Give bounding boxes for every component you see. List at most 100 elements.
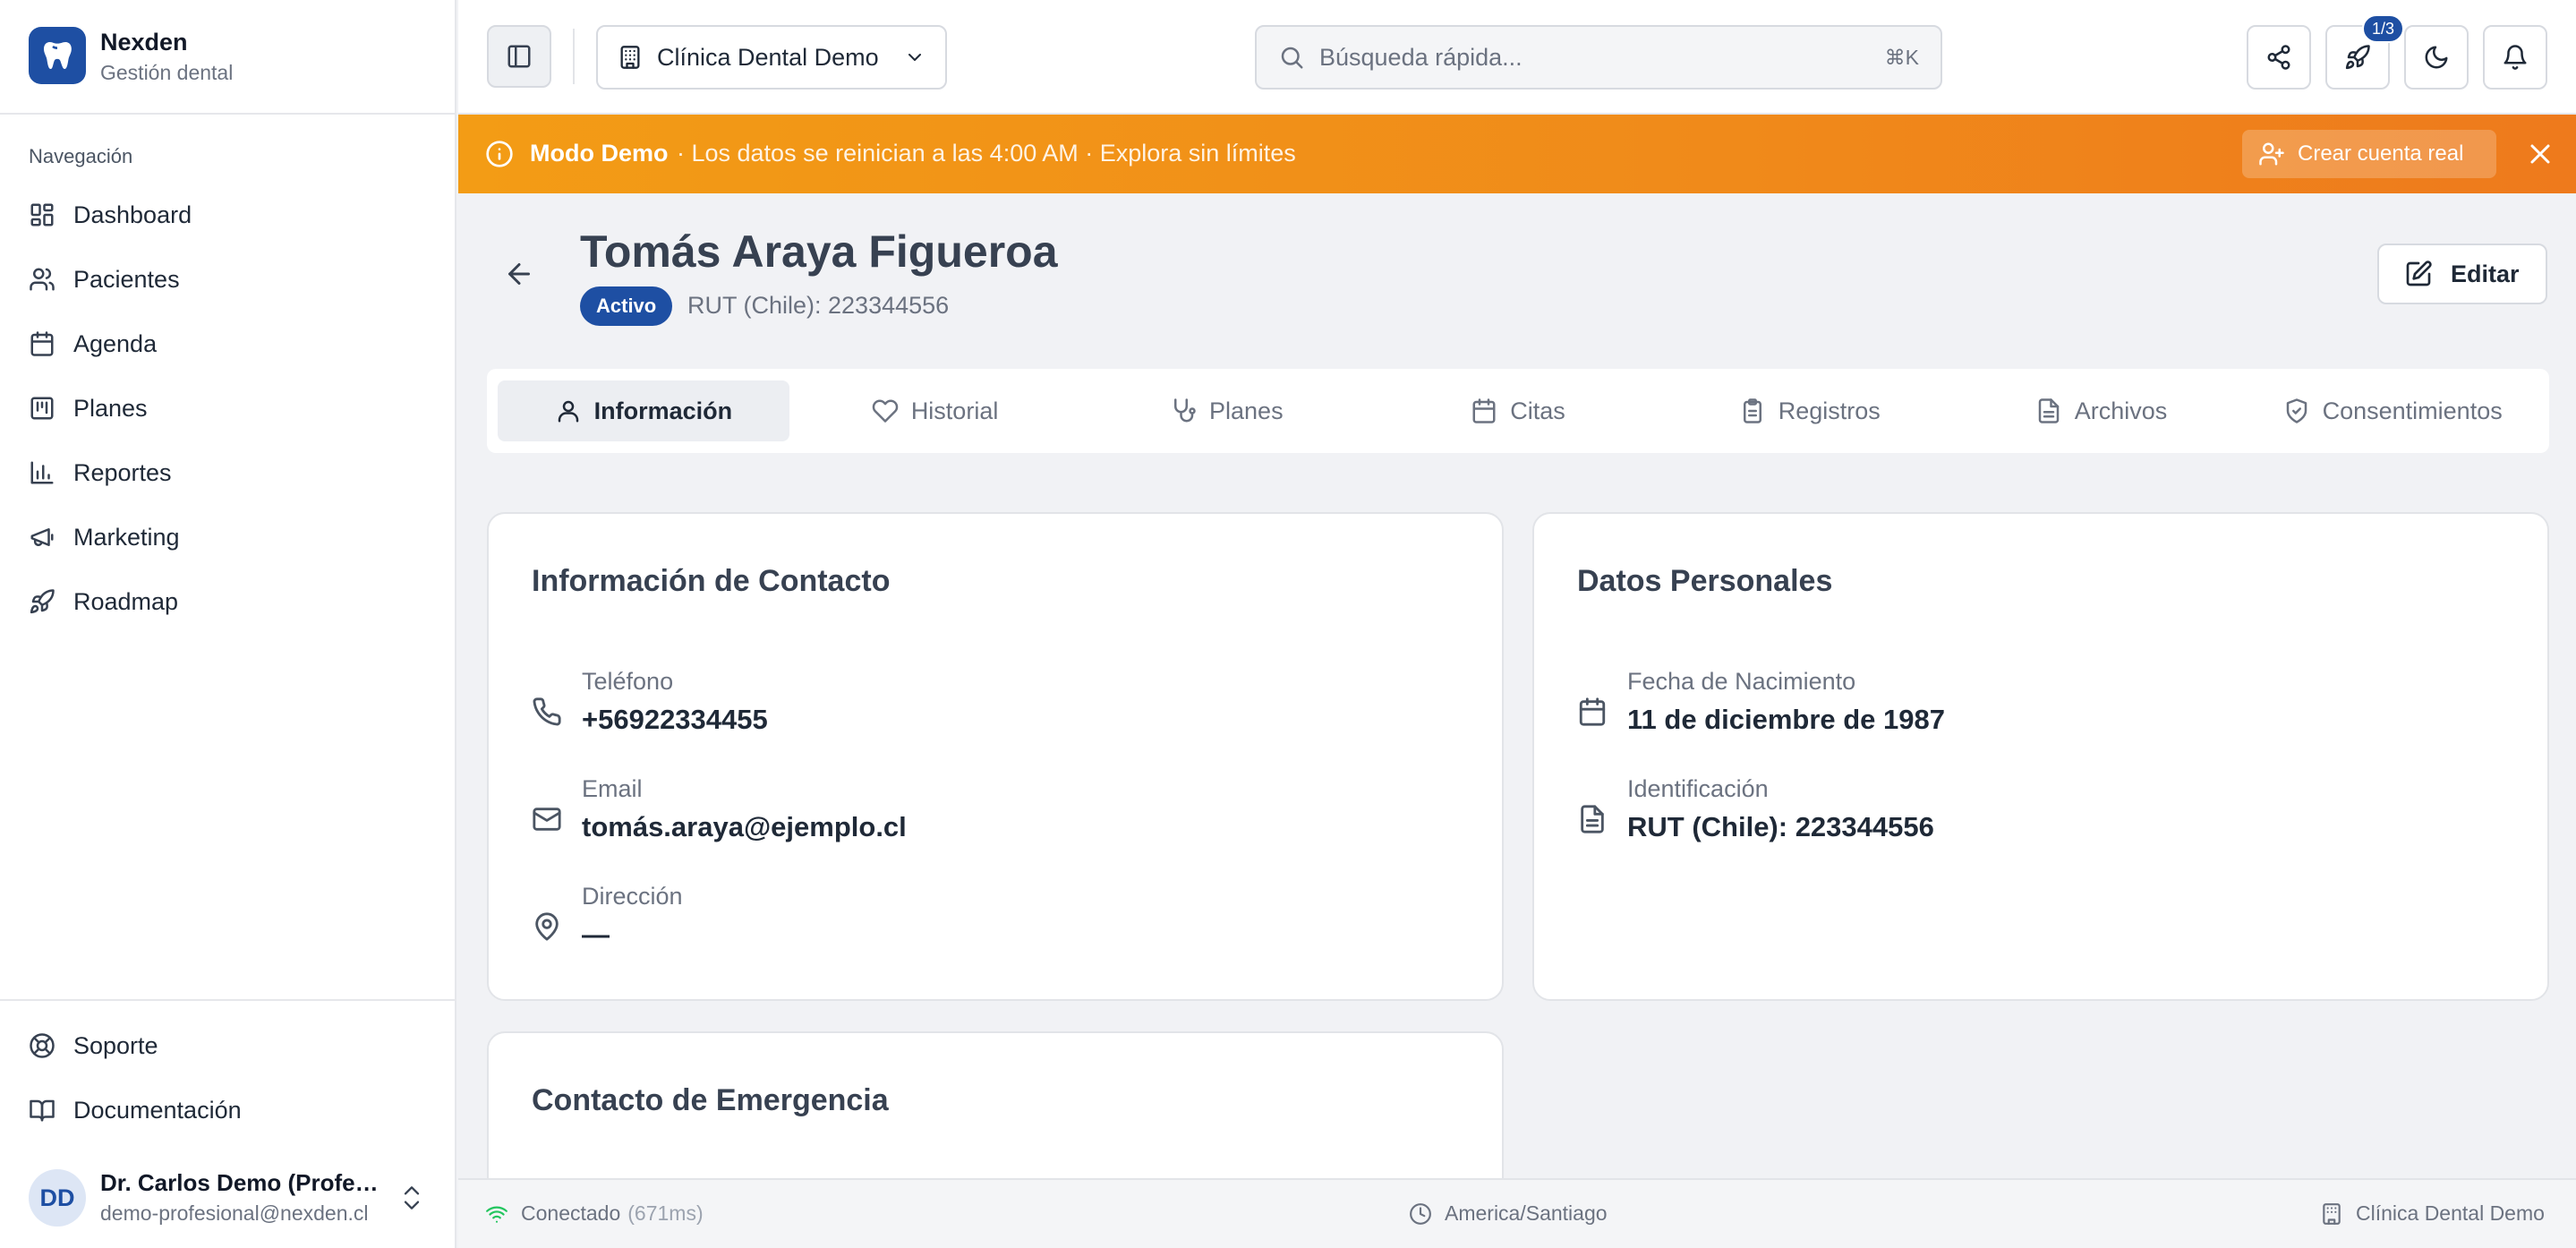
nav-item-roadmap[interactable]: Roadmap [0, 569, 456, 634]
nav-item-label: Roadmap [73, 587, 179, 615]
edit-button[interactable]: Editar [2377, 244, 2547, 304]
sidebar-toggle-button[interactable] [487, 25, 551, 88]
shield-check-icon [2283, 397, 2310, 424]
nav-item-marketing[interactable]: Marketing [0, 505, 456, 569]
timezone-status: America/Santiago [1409, 1201, 1608, 1226]
nav-item-label: Soporte [73, 1031, 158, 1059]
chevron-down-icon [904, 47, 925, 68]
user-plus-icon [2258, 141, 2285, 167]
field-label: Dirección [582, 883, 683, 910]
tab-label: Consentimientos [2322, 397, 2503, 424]
nav-item-pacientes[interactable]: Pacientes [0, 247, 456, 312]
field-value: tomás.araya@ejemplo.cl [582, 811, 907, 842]
theme-toggle-button[interactable] [2404, 25, 2469, 90]
tab-label: Registros [1778, 397, 1881, 424]
tab-registros[interactable]: Registros [1664, 380, 1956, 441]
clipboard-icon [1739, 397, 1766, 424]
divider [573, 29, 575, 84]
card-title: Contacto de Emergencia [532, 1083, 889, 1117]
search-placeholder: Búsqueda rápida... [1319, 43, 1523, 71]
notifications-button[interactable] [2483, 25, 2547, 90]
birth-date-field: Fecha de Nacimiento 11 de diciembre de 1… [1577, 668, 2383, 757]
heart-icon [872, 397, 899, 424]
info-icon [485, 140, 514, 168]
tab-planes[interactable]: Planes [1080, 380, 1372, 441]
nav-item-planes[interactable]: Planes [0, 376, 456, 440]
field-label: Teléfono [582, 668, 674, 695]
create-account-button[interactable]: Crear cuenta real [2242, 130, 2496, 178]
user-email: demo-profesional@nexden.cl [100, 1201, 369, 1225]
search-icon [1278, 44, 1305, 71]
tab-label: Planes [1209, 397, 1284, 424]
patient-tabs: Información Historial Planes Citas Regis… [487, 369, 2549, 453]
share-button[interactable] [2247, 25, 2311, 90]
back-arrow-icon[interactable] [503, 258, 535, 290]
nav-item-label: Marketing [73, 523, 180, 551]
bar-chart-icon [29, 459, 55, 486]
nav-item-dashboard[interactable]: Dashboard [0, 183, 456, 247]
nav-item-documentacion[interactable]: Documentación [0, 1078, 456, 1142]
clinic-selector[interactable]: Clínica Dental Demo [596, 25, 947, 90]
tab-archivos[interactable]: Archivos [1956, 380, 2248, 441]
nav-section-title: Navegación [29, 145, 133, 167]
field-label: Email [582, 775, 643, 802]
phone-icon [532, 697, 562, 727]
banner-text: · Los datos se reinician a las 4:00 AM ·… [677, 140, 1296, 167]
field-value: 11 de diciembre de 1987 [1627, 704, 1945, 735]
field-value: +56922334455 [582, 704, 768, 735]
nav-item-soporte[interactable]: Soporte [0, 1013, 456, 1078]
nav-item-label: Pacientes [73, 265, 180, 293]
brand[interactable]: Nexden Gestión dental [0, 0, 456, 115]
mail-icon [532, 804, 562, 834]
latency-label: (671ms) [627, 1201, 704, 1225]
tab-label: Archivos [2074, 397, 2168, 424]
identification-field: Identificación RUT (Chile): 223344556 [1577, 775, 2383, 865]
search-shortcut: ⌘K [1884, 45, 1919, 69]
share-icon [2265, 44, 2292, 71]
card-title: Datos Personales [1577, 564, 1833, 598]
tab-label: Información [593, 397, 733, 424]
nav-item-label: Agenda [73, 329, 158, 357]
close-icon[interactable] [2524, 138, 2556, 170]
user-name: Dr. Carlos Demo (Profesional) [100, 1169, 387, 1196]
calendar-icon [29, 330, 55, 357]
edit-label: Editar [2451, 260, 2520, 287]
building-icon [2320, 1202, 2343, 1226]
status-bar: Conectado (671ms) America/Santiago Clíni… [458, 1178, 2576, 1248]
page-title: Tomás Araya Figueroa [580, 227, 1058, 277]
tab-historial[interactable]: Historial [789, 380, 1081, 441]
map-pin-icon [532, 911, 562, 942]
building-icon [618, 45, 643, 70]
book-icon [29, 1097, 55, 1124]
main-nav: Dashboard Pacientes Agenda Planes Report… [0, 183, 456, 634]
dashboard-icon [29, 201, 55, 228]
rocket-icon [2344, 44, 2371, 71]
clinic-status: Clínica Dental Demo [2320, 1201, 2545, 1226]
stethoscope-icon [1170, 397, 1197, 424]
tab-informacion[interactable]: Información [498, 380, 789, 441]
file-icon [2035, 397, 2062, 424]
tooth-logo-icon [29, 27, 86, 84]
contact-info-card: Información de Contacto Teléfono +569223… [487, 512, 1504, 1001]
tab-consentimientos[interactable]: Consentimientos [2247, 380, 2538, 441]
lifebuoy-icon [29, 1032, 55, 1059]
field-label: Identificación [1627, 775, 1769, 802]
field-value: — [582, 919, 610, 950]
tab-label: Citas [1510, 397, 1565, 424]
chevrons-up-down-icon [399, 1182, 424, 1214]
calendar-icon [1577, 697, 1608, 727]
topbar: Clínica Dental Demo Búsqueda rápida... ⌘… [458, 0, 2576, 115]
nav-item-label: Planes [73, 394, 148, 422]
quick-search-input[interactable]: Búsqueda rápida... ⌘K [1255, 25, 1942, 90]
card-title: Información de Contacto [532, 564, 891, 598]
megaphone-icon [29, 524, 55, 551]
nav-item-agenda[interactable]: Agenda [0, 312, 456, 376]
onboarding-progress-badge: 1/3 [2362, 14, 2405, 43]
tab-citas[interactable]: Citas [1372, 380, 1664, 441]
personal-data-card: Datos Personales Fecha de Nacimiento 11 … [1532, 512, 2549, 1001]
nav-item-reportes[interactable]: Reportes [0, 440, 456, 505]
status-badge: Activo [580, 286, 673, 326]
user-menu[interactable]: DD Dr. Carlos Demo (Profesional) demo-pr… [0, 1151, 456, 1248]
nav-item-label: Reportes [73, 458, 172, 486]
bell-icon [2502, 44, 2529, 71]
